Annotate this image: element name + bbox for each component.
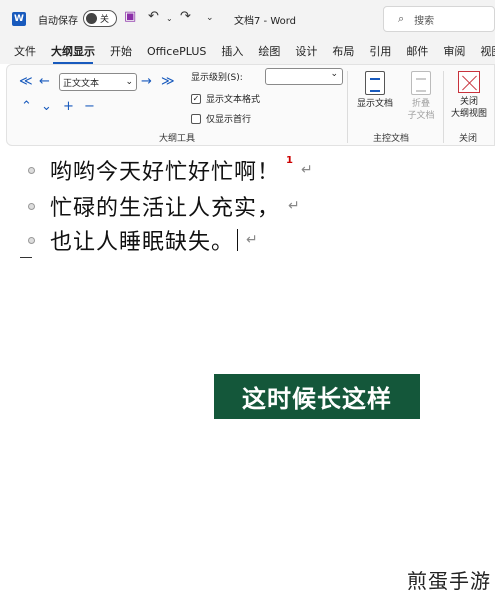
paragraph-mark-icon: ↵ [300,162,313,178]
outline-bullet-icon[interactable] [28,236,35,244]
paragraph-text: 哟哟今天好忙好忙啊！ [50,160,281,185]
show-first-line-only-checkbox[interactable]: 仅显示首行 [191,112,251,125]
close-group-label: 关闭 [459,134,478,144]
comment-marker[interactable]: 1 [286,155,293,166]
paragraph-text: 忙碌的生活让人充实， [50,196,281,221]
customize-quick-access-icon[interactable]: ⌄ [206,13,214,23]
outline-bullet-icon[interactable] [28,202,35,210]
outline-bullet-icon[interactable] [28,166,35,174]
autosave-state: 关 [100,15,110,25]
tab-officeplus[interactable]: OfficePLUS [147,45,206,58]
ribbon-tabs: 文件 大纲显示 开始 OfficePLUS 插入 绘图 设计 布局 引用 邮件 … [0,38,495,64]
move-down-icon[interactable]: ⌄ [41,99,52,114]
show-document-label: 显示文档 [356,99,393,109]
tab-file[interactable]: 文件 [14,43,36,59]
search-icon: ⌕ [398,12,405,25]
checkbox-checked-icon: ✓ [191,93,201,104]
autosave-toggle[interactable]: 关 [83,10,117,27]
tab-home[interactable]: 开始 [110,43,132,59]
word-app-icon: W [12,12,26,26]
outline-paragraph[interactable]: 也让人睡眠缺失。 ↵ [28,224,258,256]
autosave-label: 自动保存 [38,16,78,27]
collapse-subdocs-label-line1: 折叠 [411,99,430,109]
close-outline-view-button[interactable]: 关闭 大纲视图 [443,71,495,120]
group-divider [347,71,348,143]
show-level-label: 显示级别(S): [191,73,243,83]
promote-icon[interactable]: ← [39,74,50,89]
document-canvas[interactable]: 哟哟今天好忙好忙啊！ 1 ↵ 忙碌的生活让人充实， ↵ 也让人睡眠缺失。 ↵ 这… [0,146,495,600]
chevron-down-icon: ⌄ [125,77,133,87]
paragraph-mark-icon: ↵ [246,232,258,248]
tab-layout[interactable]: 布局 [332,43,354,59]
outline-tools-group-label: 大纲工具 [159,134,196,144]
paragraph-mark-icon: ↵ [288,198,300,214]
ribbon-panel: ≪ ← 正文文本 ⌄ → ≫ ⌃ ⌄ + − 显示级别(S): ⌄ ✓ 显示文本… [6,64,495,146]
tab-insert[interactable]: 插入 [221,43,243,59]
caption-overlay: 这时候长这样 [214,374,420,419]
show-level-select[interactable]: ⌄ [265,68,343,85]
tab-mailings[interactable]: 邮件 [406,43,428,59]
outline-paragraph[interactable]: 忙碌的生活让人充实， ↵ [28,190,300,222]
demote-to-body-icon[interactable]: ≫ [161,74,175,89]
close-outline-label-line2: 大纲视图 [450,109,487,119]
outline-paragraph[interactable]: 哟哟今天好忙好忙啊！ 1 ↵ [28,154,313,186]
document-title: 文档7 - Word [234,16,297,27]
search-input[interactable]: ⌕ 搜索 [383,6,495,32]
search-placeholder: 搜索 [414,15,435,27]
paragraph-text: 也让人睡眠缺失。 [50,230,235,255]
show-text-formatting-label: 显示文本格式 [206,95,261,105]
document-icon [365,71,385,95]
show-text-formatting-checkbox[interactable]: ✓ 显示文本格式 [191,92,260,105]
title-bar: W 自动保存 关 ▣ ↶ ⌄ ↷ ⌄ 文档7 - Word ⌕ 搜索 [0,0,495,38]
close-icon [458,71,480,93]
move-up-icon[interactable]: ⌃ [21,99,32,114]
promote-to-heading1-icon[interactable]: ≪ [19,74,33,89]
redo-icon[interactable]: ↷ [180,9,191,24]
undo-icon[interactable]: ↶ [148,9,159,24]
demote-icon[interactable]: → [141,74,152,89]
outline-level-value: 正文文本 [63,78,100,89]
tab-design[interactable]: 设计 [295,43,317,59]
expand-icon[interactable]: + [63,99,74,114]
undo-dropdown-icon[interactable]: ⌄ [166,14,173,23]
tab-draw[interactable]: 绘图 [258,43,280,59]
collapse-icon[interactable]: − [84,99,95,114]
tab-references[interactable]: 引用 [369,43,391,59]
master-document-group-label: 主控文档 [373,134,410,144]
watermark-text: 煎蛋手游 [407,569,491,593]
tab-outline[interactable]: 大纲显示 [51,43,95,64]
tab-review[interactable]: 审阅 [443,43,465,59]
save-icon[interactable]: ▣ [124,9,136,24]
text-cursor [237,229,239,251]
toggle-knob [86,13,97,24]
tab-view[interactable]: 视图 [480,43,495,59]
outline-level-select[interactable]: 正文文本 ⌄ [59,73,137,91]
close-outline-label-line1: 关闭 [459,97,478,107]
show-first-line-only-label: 仅显示首行 [206,115,252,125]
collapse-subdocs-label-line2: 子文档 [407,111,435,121]
show-document-button[interactable]: 显示文档 [349,71,401,110]
end-of-document-marker [20,257,32,258]
collapse-subdocuments-button[interactable]: 折叠 子文档 [395,71,447,122]
checkbox-unchecked-icon [191,113,201,124]
subdocument-icon [411,71,431,95]
